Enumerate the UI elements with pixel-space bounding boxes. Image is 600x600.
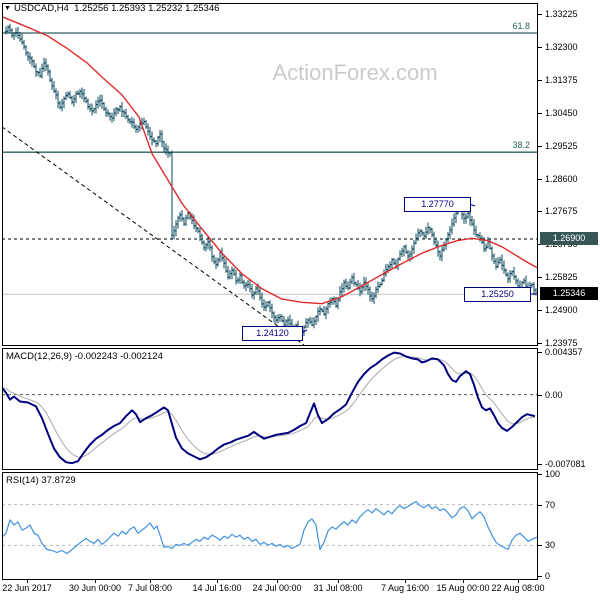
price-annotation-level: 1.25250: [464, 287, 531, 302]
ohlc-values: 1.25256 1.25393 1.25232 1.25346: [74, 3, 220, 14]
dropdown-triangle-icon: ▼: [4, 5, 11, 12]
panel-frame: [2, 348, 538, 470]
rsi-tick-100-mark: [538, 474, 542, 475]
price-tick-1.28600: 1.28600: [545, 174, 578, 184]
panel-frame: [2, 472, 538, 580]
price-tick-1.31375: 1.31375: [545, 75, 578, 85]
price-tick-1.33225: 1.33225: [545, 9, 578, 19]
price-tick-1.27675: 1.27675: [545, 206, 578, 216]
rsi-tick-70: 70: [545, 500, 556, 510]
fib-61.8-label: 61.8: [512, 21, 530, 32]
price-tick-1.23975-mark: [538, 343, 542, 344]
macd-chart-svg: [2, 348, 538, 470]
time-tick-label: 30 Jun 00:00: [68, 583, 122, 593]
price-tick-1.31375-mark: [538, 80, 542, 81]
current-price-badge: 1.25346: [540, 287, 598, 300]
price-tick-1.27675-mark: [538, 211, 542, 212]
time-tick-label: 31 Jul 08:00: [313, 583, 363, 593]
rsi-tick-0-mark: [538, 576, 542, 577]
price-panel: 61.8 38.2 1.27770 1.25250 1.24120: [2, 3, 538, 346]
price-tick-1.30450-mark: [538, 113, 542, 114]
macd-tick--0.007081: -0.007081: [545, 459, 586, 469]
macd-panel: MACD(12,26,9) -0.002243 -0.002124: [2, 348, 538, 470]
price-tick-1.24900: 1.24900: [545, 305, 578, 315]
chart-window: ▼ USDCAD,H4 1.25256 1.25393 1.25232 1.253…: [0, 0, 600, 600]
macd-main-line: [2, 351, 536, 465]
rsi-tick-70-mark: [538, 505, 542, 506]
rsi-panel: RSI(14) 37.8729: [2, 472, 538, 580]
resistance-price-badge: 1.26900: [540, 232, 598, 245]
macd-tick--0.007081-mark: [538, 464, 542, 465]
price-annotation-low: 1.24120: [242, 326, 303, 341]
time-tick-label: 15 Aug 00:00: [436, 583, 490, 593]
watermark: ActionForex.com: [272, 60, 438, 85]
trendline-dashed: [2, 126, 305, 346]
price-tick-1.29525: 1.29525: [545, 141, 578, 151]
price-tick-1.33225-mark: [538, 14, 542, 15]
price-tick-1.25825: 1.25825: [545, 272, 578, 282]
price-tick-1.29525-mark: [538, 146, 542, 147]
time-tick-label: 24 Jul 00:00: [252, 583, 302, 593]
time-tick-label: 7 Aug 16:00: [380, 583, 430, 593]
price-tick-1.30450: 1.30450: [545, 108, 578, 118]
macd-label: MACD(12,26,9) -0.002243 -0.002124: [6, 351, 163, 362]
time-tick-label: 14 Jul 16:00: [192, 583, 242, 593]
rsi-tick-30: 30: [545, 540, 556, 550]
macd-tick-0.004357: 0.004357: [545, 347, 583, 357]
price-tick-1.32300: 1.32300: [545, 42, 578, 52]
price-annotation-high: 1.27770: [404, 197, 471, 212]
rsi-tick-30-mark: [538, 545, 542, 546]
time-tick-label: 22 Aug 08:00: [491, 583, 545, 593]
price-chart-svg: [2, 3, 538, 346]
macd-tick-0.00-mark: [538, 395, 542, 396]
time-tick-label: 7 Jul 08:00: [127, 583, 173, 593]
price-tick-1.28600-mark: [538, 179, 542, 180]
rsi-chart-svg: [2, 472, 538, 580]
macd-signal-line: [2, 355, 536, 458]
price-tick-1.25825-mark: [538, 277, 542, 278]
rsi-label: RSI(14) 37.8729: [6, 475, 76, 486]
price-tick-1.24900-mark: [538, 310, 542, 311]
red-ma-line: [2, 16, 538, 305]
chart-title: ▼ USDCAD,H4 1.25256 1.25393 1.25232 1.253…: [4, 3, 219, 14]
time-tick-label: 22 Jun 2017: [2, 583, 52, 593]
time-axis: 22 Jun 2017 30 Jun 00:00 7 Jul 08:00 14 Jul…: [0, 580, 600, 600]
price-tick-1.32300-mark: [538, 47, 542, 48]
macd-tick-0.004357-mark: [538, 352, 542, 353]
rsi-tick-100: 100: [545, 469, 561, 479]
fib-38.2-label: 38.2: [512, 140, 530, 151]
price-axis: 1.26900 1.25346 1.33225 1.32300 1.31375 1.3…: [538, 0, 600, 600]
macd-tick-0.00: 0.00: [545, 390, 563, 400]
symbol-timeframe: USDCAD,H4: [13, 3, 69, 14]
